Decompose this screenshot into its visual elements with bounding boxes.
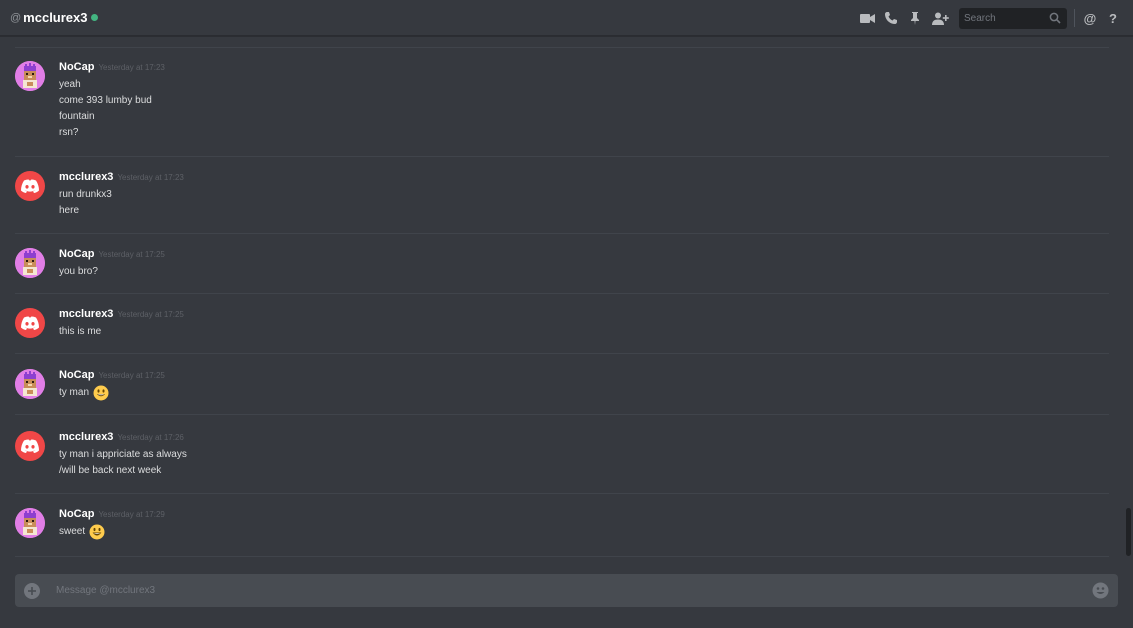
header-divider xyxy=(1074,9,1075,27)
message-divider xyxy=(15,414,1109,415)
message-timestamp: Yesterday at 17:23 xyxy=(117,173,184,182)
message-list[interactable]: NoCap Yesterday at 17:23 yeah come 393 l… xyxy=(0,37,1125,557)
message-text: sweet xyxy=(59,526,86,537)
message-timestamp: Yesterday at 17:26 xyxy=(117,433,184,442)
search-input[interactable]: Search xyxy=(959,7,1067,29)
message-header: mcclurex3 Yesterday at 17:26 xyxy=(59,431,184,447)
video-call-icon[interactable] xyxy=(859,10,875,26)
author-name[interactable]: NoCap xyxy=(59,369,94,381)
message-text: ty man xyxy=(59,387,90,398)
header-toolbar: Search @ ? xyxy=(859,0,1133,36)
grin-emoji-icon[interactable] xyxy=(89,524,105,540)
message-header: NoCap Yesterday at 17:29 xyxy=(59,508,165,524)
message-group: mcclurex3 Yesterday at 17:26 ty man i ap… xyxy=(15,431,1109,481)
message-body: run drunkx3 here xyxy=(59,187,112,219)
message-text: come 393 lumby bud xyxy=(59,95,152,106)
message-divider xyxy=(15,353,1109,354)
message-header: NoCap Yesterday at 17:25 xyxy=(59,369,165,385)
message-group: mcclurex3 Yesterday at 17:23 run drunkx3… xyxy=(15,171,1109,221)
message-text: run drunkx3 xyxy=(59,189,112,200)
attach-plus-icon[interactable] xyxy=(24,582,40,599)
author-name[interactable]: NoCap xyxy=(59,61,94,73)
message-body: yeah come 393 lumby bud fountain rsn? xyxy=(59,77,152,141)
message-timestamp: Yesterday at 17:29 xyxy=(98,510,165,519)
user-avatar-mcclurex3[interactable] xyxy=(15,308,45,338)
message-group: NoCap Yesterday at 17:25 ty man xyxy=(15,369,1109,403)
smiley-emoji-icon[interactable] xyxy=(93,385,109,401)
message-line: ty man xyxy=(59,385,109,401)
help-icon[interactable]: ? xyxy=(1105,11,1121,26)
message-line: sweet xyxy=(59,524,105,540)
message-header: mcclurex3 Yesterday at 17:23 xyxy=(59,171,184,187)
search-placeholder: Search xyxy=(964,12,996,24)
author-name[interactable]: NoCap xyxy=(59,248,94,260)
message-divider xyxy=(15,233,1109,234)
message-divider xyxy=(15,556,1109,557)
user-avatar-nocap[interactable] xyxy=(15,61,45,91)
message-timestamp: Yesterday at 17:25 xyxy=(98,371,165,380)
message-timestamp: Yesterday at 17:25 xyxy=(98,250,165,259)
message-body: you bro? xyxy=(59,264,98,280)
message-divider xyxy=(15,47,1109,48)
message-body: this is me xyxy=(59,324,101,340)
message-timestamp: Yesterday at 17:25 xyxy=(117,310,184,319)
dm-at-icon: @ xyxy=(10,11,22,24)
emoji-picker-icon[interactable] xyxy=(1092,582,1109,599)
user-avatar-mcclurex3[interactable] xyxy=(15,171,45,201)
message-header: mcclurex3 Yesterday at 17:25 xyxy=(59,308,184,324)
message-scrollbar-thumb[interactable] xyxy=(1126,508,1131,556)
message-text: you bro? xyxy=(59,266,98,277)
add-friend-icon[interactable] xyxy=(931,10,949,26)
message-body: ty man xyxy=(59,385,109,401)
message-divider xyxy=(15,493,1109,494)
message-text: this is me xyxy=(59,326,102,337)
user-avatar-nocap[interactable] xyxy=(15,369,45,399)
message-text: rsn? xyxy=(59,127,79,138)
message-text: yeah xyxy=(59,79,81,90)
message-header: NoCap Yesterday at 17:23 xyxy=(59,61,165,77)
message-header: NoCap Yesterday at 17:25 xyxy=(59,248,165,264)
message-text: here xyxy=(59,205,80,216)
channel-header: @ mcclurex3 Search @ ? xyxy=(0,0,1133,36)
message-group: NoCap Yesterday at 17:29 sweet xyxy=(15,508,1109,542)
message-group: mcclurex3 Yesterday at 17:25 this is me xyxy=(15,308,1109,342)
voice-call-icon[interactable] xyxy=(883,10,899,26)
author-name[interactable]: mcclurex3 xyxy=(59,308,113,320)
dm-recipient-name: mcclurex3 xyxy=(23,10,88,25)
author-name[interactable]: NoCap xyxy=(59,508,94,520)
message-body: sweet xyxy=(59,524,105,540)
message-body: ty man i appriciate as always /will be b… xyxy=(59,447,187,479)
message-composer[interactable]: Message @mcclurex3 xyxy=(15,574,1118,607)
pin-icon[interactable] xyxy=(907,10,923,26)
message-timestamp: Yesterday at 17:23 xyxy=(98,63,165,72)
author-name[interactable]: mcclurex3 xyxy=(59,171,113,183)
message-group: NoCap Yesterday at 17:23 yeah come 393 l… xyxy=(15,61,1109,145)
message-text: fountain xyxy=(59,111,95,122)
search-icon xyxy=(1049,12,1061,24)
message-group: NoCap Yesterday at 17:25 you bro? xyxy=(15,248,1109,282)
message-text: /will be back next week xyxy=(59,465,162,476)
message-input[interactable]: Message @mcclurex3 xyxy=(56,585,155,596)
online-status-icon xyxy=(90,13,98,21)
author-name[interactable]: mcclurex3 xyxy=(59,431,113,443)
user-avatar-mcclurex3[interactable] xyxy=(15,431,45,461)
message-text: ty man i appriciate as always xyxy=(59,449,187,460)
message-scrollbar-track[interactable] xyxy=(1125,37,1133,557)
user-avatar-nocap[interactable] xyxy=(15,508,45,538)
user-avatar-nocap[interactable] xyxy=(15,248,45,278)
mentions-icon[interactable]: @ xyxy=(1082,11,1098,26)
message-divider xyxy=(15,156,1109,157)
message-divider xyxy=(15,293,1109,294)
